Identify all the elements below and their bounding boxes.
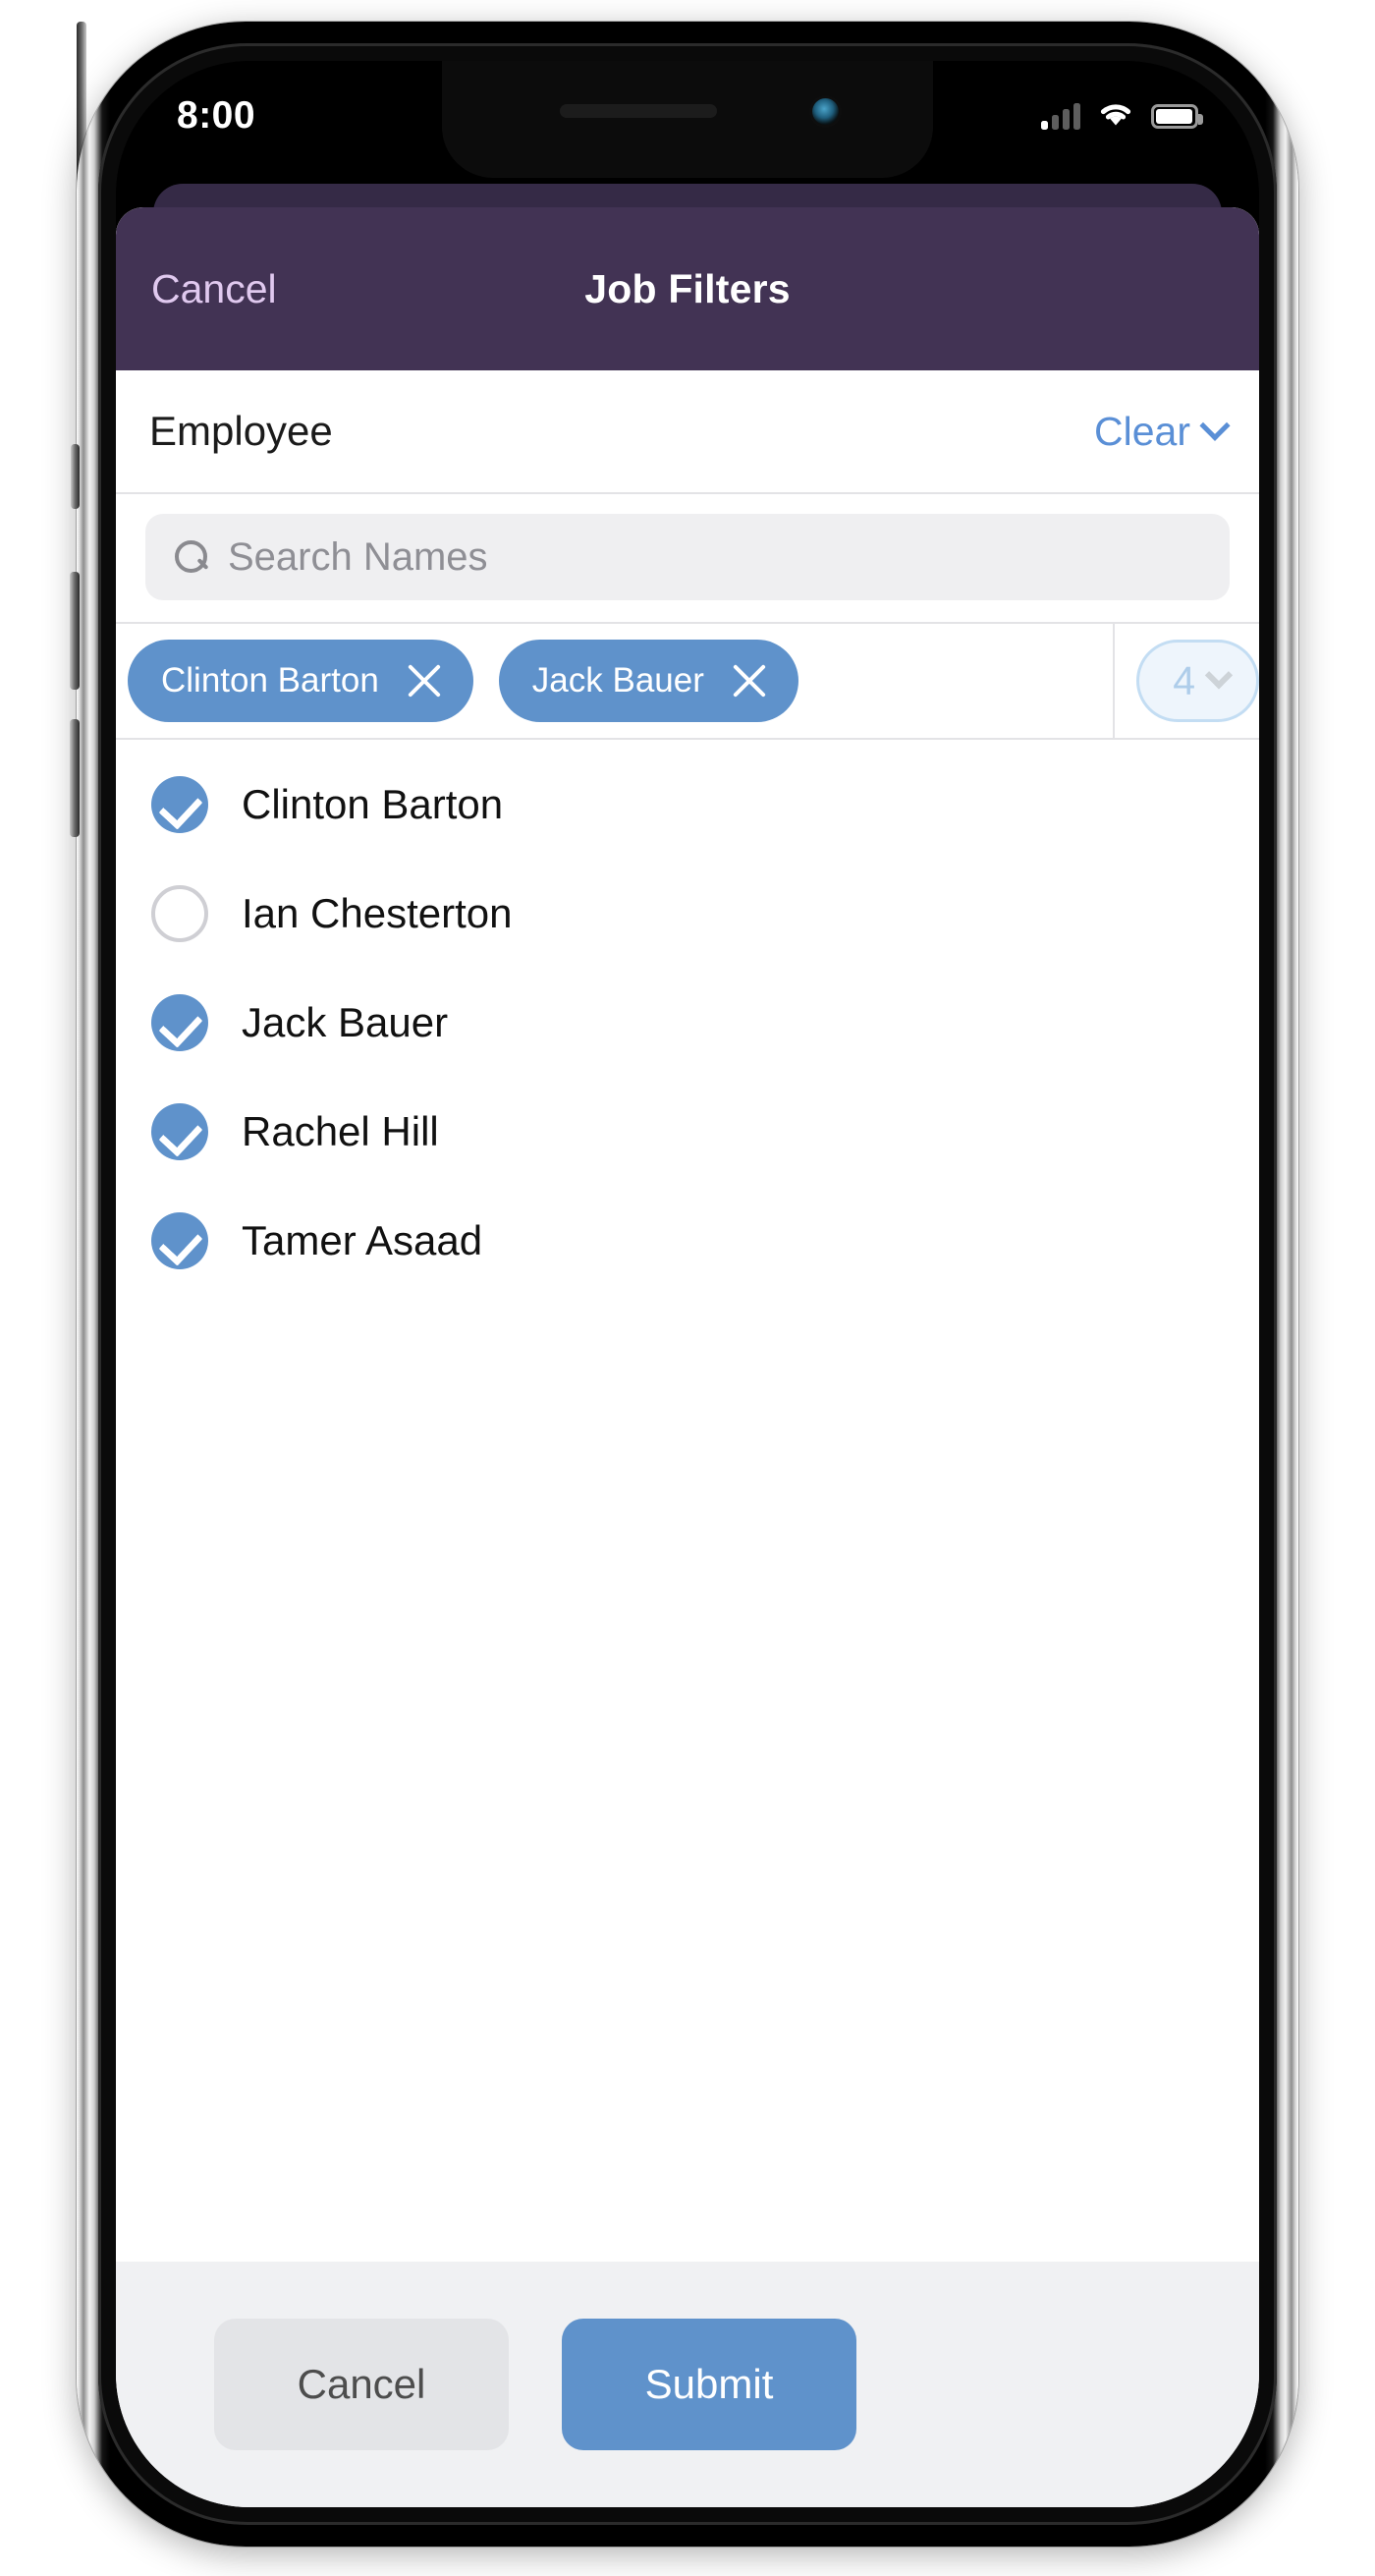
employee-section-header: Employee Clear (116, 370, 1259, 494)
cancel-button[interactable]: Cancel (214, 2319, 509, 2450)
page-title: Job Filters (584, 265, 791, 311)
clear-label: Clear (1094, 408, 1190, 454)
selected-chip[interactable]: Clinton Barton (128, 640, 473, 722)
section-label: Employee (149, 408, 333, 454)
list-item[interactable]: Clinton Barton (116, 750, 1259, 859)
list-item[interactable]: Rachel Hill (116, 1077, 1259, 1186)
sheet-footer: Cancel Submit (116, 2262, 1259, 2507)
count-pill-wrapper: 4 (1115, 624, 1259, 738)
volume-down-button[interactable] (70, 719, 80, 837)
volume-up-button[interactable] (70, 572, 80, 690)
chip-label: Jack Bauer (531, 661, 704, 700)
check-circle-filled-icon[interactable] (151, 775, 208, 833)
list-item-label: Ian Chesterton (242, 889, 513, 936)
list-item[interactable]: Jack Bauer (116, 968, 1259, 1077)
chevron-down-icon (1204, 661, 1234, 690)
clear-filter-button[interactable]: Clear (1094, 408, 1231, 455)
list-item[interactable]: Tamer Asaad (116, 1186, 1259, 1295)
selected-chips-row: Clinton Barton Jack Bauer 4 (116, 623, 1259, 740)
status-bar-icons (1041, 100, 1203, 133)
speaker-grille-icon (560, 104, 717, 118)
search-row (116, 494, 1259, 624)
phone-screen: 8:00 Cancel Job Filters Employee Clear S… (116, 61, 1259, 2507)
submit-button[interactable]: Submit (562, 2319, 856, 2450)
check-circle-filled-icon[interactable] (151, 1211, 208, 1269)
search-icon (175, 540, 208, 574)
sheet-header: Cancel Job Filters (116, 207, 1259, 370)
front-camera-icon (812, 98, 839, 125)
employee-names-list: Clinton Barton Ian Chesterton Jack Bauer… (116, 740, 1259, 2262)
close-x-icon[interactable] (405, 661, 444, 700)
status-bar-time: 8:00 (177, 94, 256, 137)
search-field[interactable] (145, 514, 1230, 600)
check-circle-filled-icon[interactable] (151, 1102, 208, 1160)
circle-outline-icon[interactable] (151, 884, 208, 942)
selected-count-value: 4 (1173, 657, 1195, 703)
chevron-down-icon (1199, 410, 1231, 441)
list-item-label: Tamer Asaad (242, 1216, 483, 1263)
close-x-icon[interactable] (730, 661, 769, 700)
list-item[interactable]: Ian Chesterton (116, 859, 1259, 968)
cellular-signal-icon (1041, 102, 1080, 130)
list-item-label: Rachel Hill (242, 1107, 439, 1154)
selected-count-pill[interactable]: 4 (1136, 640, 1259, 722)
list-item-label: Clinton Barton (242, 780, 504, 827)
list-item-label: Jack Bauer (242, 998, 449, 1045)
selected-chip[interactable]: Jack Bauer (498, 640, 798, 722)
check-circle-filled-icon[interactable] (151, 993, 208, 1051)
mute-switch-button[interactable] (71, 444, 80, 509)
header-cancel-button[interactable]: Cancel (151, 266, 277, 312)
chips-scroll-container[interactable]: Clinton Barton Jack Bauer (116, 624, 1113, 738)
phone-device-frame: 8:00 Cancel Job Filters Employee Clear S… (70, 22, 1298, 2547)
device-notch (442, 61, 933, 177)
chip-label: Clinton Barton (161, 661, 379, 700)
search-input[interactable] (228, 534, 1200, 580)
battery-full-icon (1151, 103, 1203, 129)
job-filters-modal-sheet: Cancel Job Filters Employee Clear Search… (116, 207, 1259, 2507)
wifi-icon (1097, 100, 1134, 133)
